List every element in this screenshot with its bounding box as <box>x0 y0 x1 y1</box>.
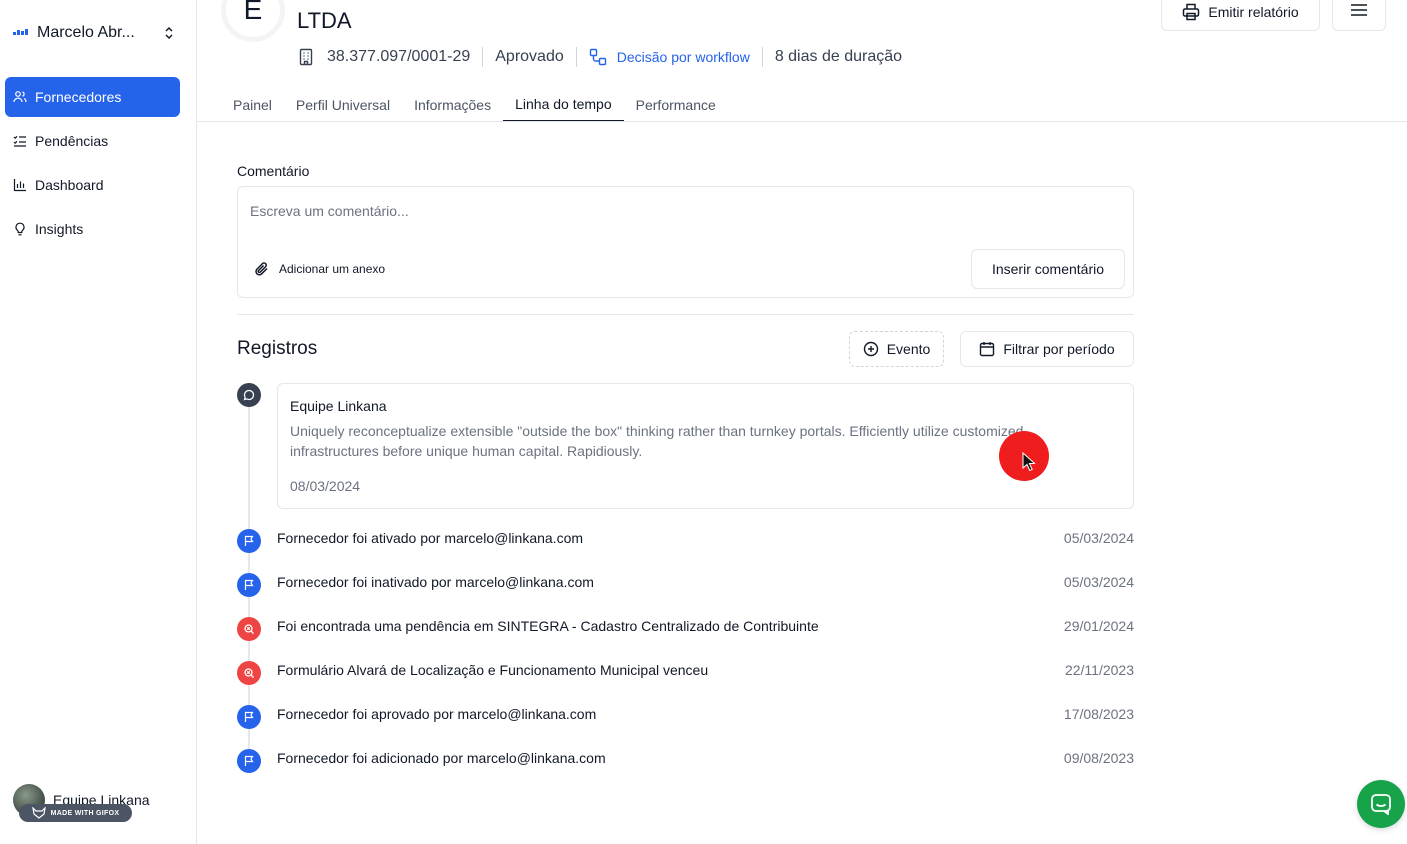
sidebar-item-label: Insights <box>35 221 84 237</box>
event-date: 29/01/2024 <box>1063 618 1134 634</box>
sidebar-item-label: Fornecedores <box>35 89 122 105</box>
lightbulb-icon <box>13 222 27 236</box>
comment-author: Equipe Linkana <box>290 398 387 414</box>
chat-icon <box>1371 794 1391 815</box>
chevron-up-down-icon <box>161 25 177 41</box>
comment-box: Adicionar um anexo Inserir comentário <box>237 186 1134 298</box>
add-event-label: Evento <box>886 341 931 357</box>
company-meta: 38.377.097/0001-29 Aprovado Decisão por … <box>297 45 902 69</box>
fox-icon <box>31 807 46 819</box>
plus-circle-icon <box>863 341 879 357</box>
emit-report-label: Emitir relatório <box>1208 3 1299 20</box>
comment-input[interactable] <box>250 199 1110 223</box>
tab-informacoes[interactable]: Informações <box>402 88 503 122</box>
sidebar-item-label: Dashboard <box>35 177 104 193</box>
attach-file-button[interactable]: Adicionar um anexo <box>254 261 385 277</box>
duration-text: 8 dias de duração <box>774 48 903 65</box>
sidebar-item-pendencias[interactable]: Pendências <box>5 121 180 161</box>
meta-divider <box>575 47 577 67</box>
sidebar-item-insights[interactable]: Insights <box>5 209 180 249</box>
tab-painel[interactable]: Painel <box>221 88 284 122</box>
chat-widget-button[interactable] <box>1357 780 1405 828</box>
event-text: Formulário Alvará de Localização e Funci… <box>277 662 709 678</box>
sidebar-nav: Fornecedores Pendências Dashboard Insigh… <box>5 77 180 253</box>
users-icon <box>13 90 27 104</box>
bar-chart-icon <box>13 178 27 192</box>
event-text: Foi encontrada uma pendência em SINTEGRA… <box>277 618 819 634</box>
hamburger-icon <box>1350 3 1368 20</box>
comment-label: Comentário <box>237 163 310 179</box>
comment-date: 08/03/2024 <box>290 478 361 494</box>
workflow-label: Decisão por workflow <box>616 49 750 65</box>
sidebar-item-label: Pendências <box>35 133 109 149</box>
comment-bubble-icon <box>237 383 261 407</box>
mouse-cursor-icon <box>1022 452 1036 472</box>
insert-comment-button[interactable]: Inserir comentário <box>971 249 1125 289</box>
list-check-icon <box>13 134 27 148</box>
timeline-event: Formulário Alvará de Localização e Funci… <box>277 662 1134 682</box>
flag-icon <box>237 705 261 729</box>
flag-icon <box>237 749 261 773</box>
timeline-event: Fornecedor foi ativado por marcelo@linka… <box>277 530 1134 550</box>
calendar-icon <box>979 341 995 357</box>
sidebar-item-fornecedores[interactable]: Fornecedores <box>5 77 180 117</box>
sidebar-item-dashboard[interactable]: Dashboard <box>5 165 180 205</box>
linkana-logo-icon <box>13 27 29 39</box>
event-date: 05/03/2024 <box>1063 574 1134 590</box>
registros-title: Registros <box>237 338 318 359</box>
tabs-divider <box>197 121 1407 122</box>
filter-period-button[interactable]: Filtrar por período <box>960 331 1134 367</box>
comment-text: Uniquely reconceptualize extensible "out… <box>290 423 1024 459</box>
tab-linha-do-tempo[interactable]: Linha do tempo <box>503 88 624 122</box>
meta-divider <box>761 47 763 67</box>
attach-label: Adicionar um anexo <box>279 262 386 276</box>
emit-report-button[interactable]: Emitir relatório <box>1161 0 1320 31</box>
company-logo-letter: E <box>243 0 263 25</box>
event-text: Fornecedor foi aprovado por marcelo@link… <box>277 706 597 722</box>
flag-icon <box>237 573 261 597</box>
event-date: 09/08/2023 <box>1063 750 1134 766</box>
filter-period-label: Filtrar por período <box>1003 341 1115 357</box>
paperclip-icon <box>254 261 270 277</box>
event-text: Fornecedor foi inativado por marcelo@lin… <box>277 574 594 590</box>
add-event-button[interactable]: Evento <box>849 331 944 367</box>
event-date: 17/08/2023 <box>1063 706 1134 722</box>
gifox-label: MADE WITH GIFOX <box>50 809 120 817</box>
company-logo: E <box>221 0 285 42</box>
timeline-event: Fornecedor foi adicionado por marcelo@li… <box>277 750 1134 770</box>
timeline-event: Foi encontrada uma pendência em SINTEGRA… <box>277 618 1134 638</box>
alert-search-icon <box>237 661 261 685</box>
building-icon <box>297 48 315 66</box>
event-text: Fornecedor foi adicionado por marcelo@li… <box>277 750 606 766</box>
workflow-link[interactable]: Decisão por workflow <box>589 48 750 66</box>
tab-perfil-universal[interactable]: Perfil Universal <box>284 88 402 122</box>
printer-icon <box>1182 3 1200 21</box>
timeline-event: Fornecedor foi inativado por marcelo@lin… <box>277 574 1134 594</box>
gifox-watermark: MADE WITH GIFOX <box>19 804 132 822</box>
cnpj-text: 38.377.097/0001-29 <box>327 48 471 65</box>
tab-performance[interactable]: Performance <box>624 88 728 122</box>
alert-search-icon <box>237 617 261 641</box>
org-switcher[interactable]: Marcelo Abr... <box>13 20 185 46</box>
section-divider <box>237 314 1134 315</box>
app-root: Marcelo Abr... Fornecedores Pendências D… <box>0 0 1407 844</box>
tab-bar: Painel Perfil Universal Informações Linh… <box>221 88 728 122</box>
event-date: 05/03/2024 <box>1063 530 1134 546</box>
page-title: LTDA <box>297 8 352 33</box>
menu-button[interactable] <box>1332 0 1386 31</box>
org-name: Marcelo Abr... <box>37 24 135 41</box>
timeline-event: Fornecedor foi aprovado por marcelo@link… <box>277 706 1134 726</box>
sidebar: Marcelo Abr... Fornecedores Pendências D… <box>0 0 197 844</box>
flag-icon <box>237 529 261 553</box>
meta-divider <box>482 47 484 67</box>
workflow-icon <box>589 48 607 66</box>
status-badge: Aprovado <box>495 48 564 65</box>
event-text: Fornecedor foi ativado por marcelo@linka… <box>277 530 584 546</box>
event-date: 22/11/2023 <box>1064 662 1134 678</box>
